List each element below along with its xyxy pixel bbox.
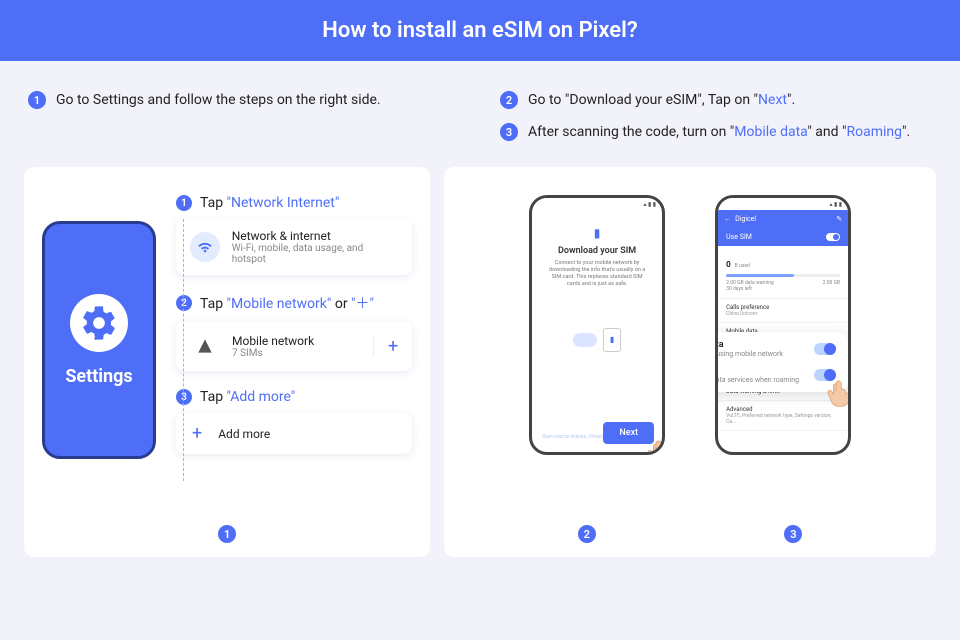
step-badge-3: 3 [500,123,518,141]
usage-bar [726,274,840,277]
sub-step-3: 3 Tap "Add more" + Add more [176,389,412,454]
sub-badge-1: 1 [176,195,192,211]
phone-label: Settings [65,366,132,387]
wifi-icon [190,232,220,262]
step-badge-1: 1 [28,91,46,109]
gear-icon [70,294,128,352]
download-desc: Connect to your mobile network by downlo… [542,260,652,289]
addmore-title: Add more [218,427,270,441]
page-header: How to install an eSIM on Pixel? [0,0,960,61]
panel-footer-badge-3: 3 [784,523,802,544]
step-2-text: Go to "Download your eSIM", Tap on "Next… [528,92,795,108]
top-steps-right: 2 Go to "Download your eSIM", Tap on "Ne… [500,91,932,141]
list-item[interactable]: Calls preferenceChina Unicom [718,299,848,323]
network-internet-card[interactable]: Network & internet Wi-Fi, mobile, data u… [176,219,412,275]
signal-icon [190,331,220,361]
top-steps-row: 1 Go to Settings and follow the steps on… [0,61,960,149]
panel-footer-badge-1: 1 [218,523,236,544]
back-arrow-icon[interactable]: ← [724,215,731,223]
timeline-dashes [183,219,184,481]
mobile-network-card[interactable]: Mobile network 7 SIMs + [176,321,412,371]
panels-row: Settings 1 Tap "Network Internet" Networ… [0,149,960,557]
carrier-topbar: ← Digicel ✎ [718,210,848,228]
top-step-left: 1 Go to Settings and follow the steps on… [28,91,460,141]
download-title: Download your SIM [542,246,652,256]
status-bar: ▴ ▮ ▮ [718,198,848,210]
cloud-icon [573,333,597,347]
plus-icon[interactable]: + [373,336,398,357]
next-link: Next [758,92,787,108]
panel-2-3: ▴ ▮ ▮ ▮ Download your SIM Connect to you… [444,167,936,557]
sub-step-1: 1 Tap "Network Internet" Network & inter… [176,195,412,275]
toggle-on-icon[interactable] [814,343,836,355]
mobile-card-sub: 7 SIMs [232,348,314,359]
network-card-sub: Wi-Fi, mobile, data usage, and hotspot [232,243,399,265]
step-1: 1 Go to Settings and follow the steps on… [28,91,460,109]
mobile-data-link: Mobile data [734,124,807,140]
header-title: How to install an eSIM on Pixel? [322,18,637,43]
sub-badge-3: 3 [176,389,192,405]
hand-cursor-icon [644,436,665,455]
phones-row: ▴ ▮ ▮ ▮ Download your SIM Connect to you… [462,195,918,475]
mobile-card-title: Mobile network [232,334,314,348]
sim-icon: ▮ [542,226,652,240]
download-sim-phone: ▴ ▮ ▮ ▮ Download your SIM Connect to you… [529,195,665,455]
sub-step-2: 2 Tap "Mobile network" or "＋" Mobile net… [176,293,412,371]
roaming-toggle-row[interactable]: Roaming Connect to data services when ro… [715,366,836,384]
step-3-text: After scanning the code, turn on "Mobile… [528,124,910,140]
step-2: 2 Go to "Download your eSIM", Tap on "Ne… [500,91,932,109]
roaming-link: Roaming [846,124,902,140]
carrier-name: Digicel [735,215,756,223]
step-3: 3 After scanning the code, turn on "Mobi… [500,123,932,141]
network-card-title: Network & internet [232,229,399,243]
toggles-overlay-card: Mobile data Access data using mobile net… [715,332,848,392]
panel-1: Settings 1 Tap "Network Internet" Networ… [24,167,430,557]
status-bar: ▴ ▮ ▮ [532,198,662,210]
panel-footer-badge-2: 2 [578,523,596,544]
add-more-card[interactable]: + Add more [176,413,412,454]
usage-section: 0 B used 2.00 GB data warning 30 days le… [718,246,848,299]
plus-icon: + [192,423,202,444]
download-illustration: ▮ [542,317,652,363]
use-sim-row[interactable]: Use SIM [718,228,848,246]
mobile-data-toggle-row[interactable]: Mobile data Access data using mobile net… [715,340,836,358]
edit-icon[interactable]: ✎ [836,215,842,223]
step-badge-2: 2 [500,91,518,109]
sim-card-icon: ▮ [603,328,621,352]
sim-settings-phone: ▴ ▮ ▮ ← Digicel ✎ Use SIM 0 B used [715,195,851,455]
sub-badge-2: 2 [176,295,192,311]
sub-steps-column: 1 Tap "Network Internet" Network & inter… [176,195,412,541]
step-1-text: Go to Settings and follow the steps on t… [56,92,381,108]
hand-cursor-icon [824,376,851,410]
settings-phone-mock: Settings [42,221,156,459]
toggle-on-icon[interactable] [826,233,840,241]
